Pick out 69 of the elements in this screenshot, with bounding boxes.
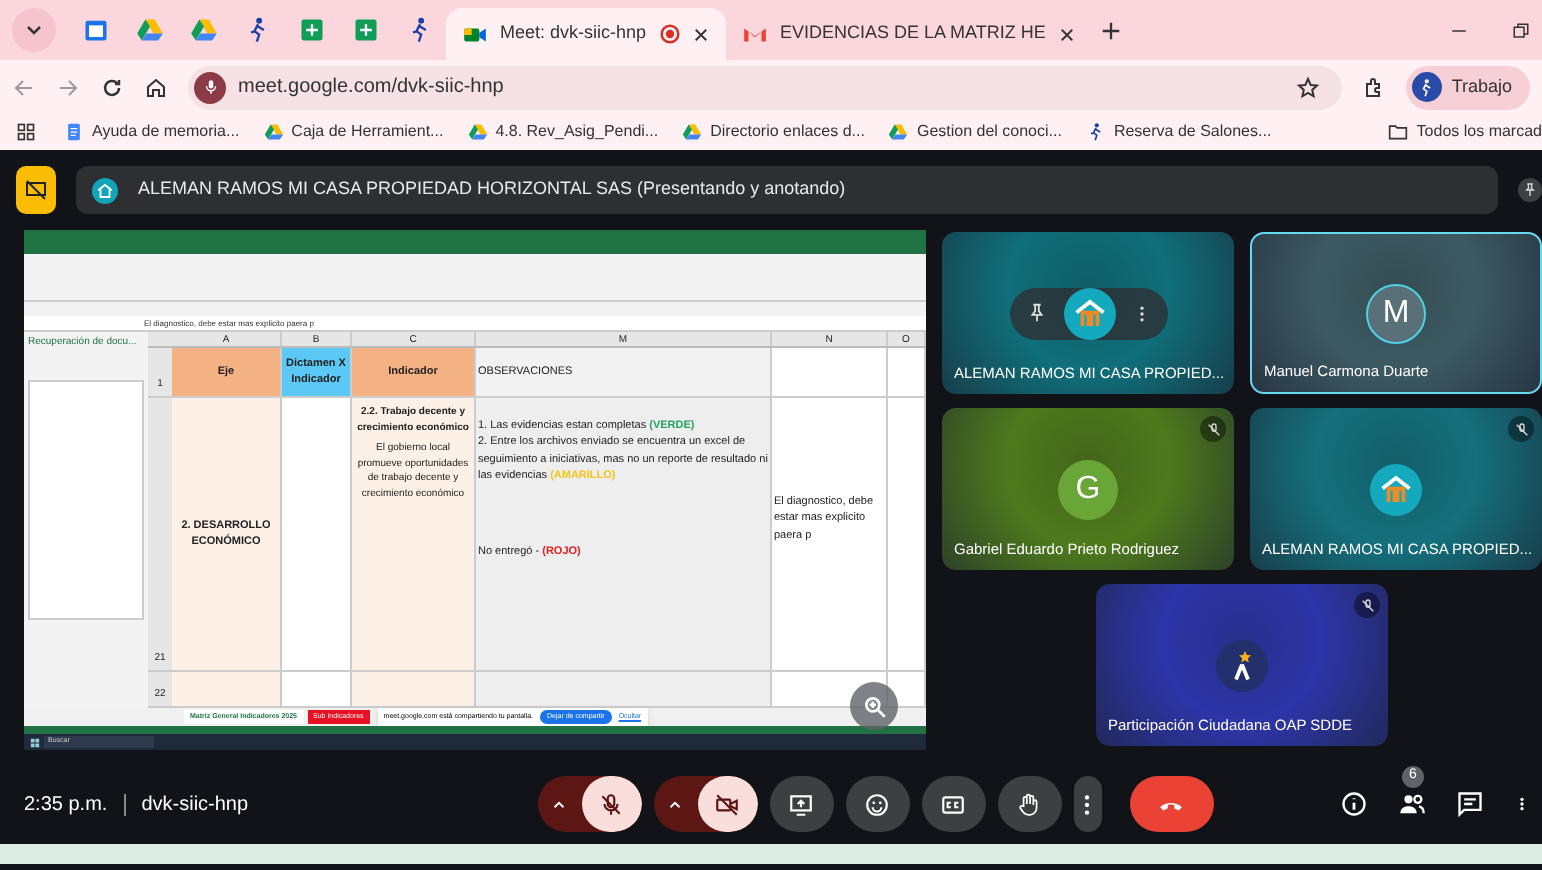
microphone-button[interactable] xyxy=(581,776,642,832)
reload-icon[interactable] xyxy=(100,75,124,99)
present-screen-icon xyxy=(788,791,815,817)
present-button[interactable] xyxy=(769,776,834,832)
restore-icon[interactable] xyxy=(1512,21,1530,39)
extensions-icon[interactable] xyxy=(1361,75,1386,99)
star-icon[interactable] xyxy=(1295,75,1320,99)
tab-title: Meet: dvk-siic-hnp xyxy=(500,20,648,47)
more-options-button[interactable] xyxy=(1073,776,1102,832)
all-bookmarks[interactable]: Todos los marcad xyxy=(1388,120,1542,144)
camera-button[interactable] xyxy=(697,776,758,832)
microphone-icon xyxy=(201,78,219,96)
stop-presenting-button[interactable] xyxy=(16,166,56,214)
raise-hand-button[interactable] xyxy=(997,776,1062,832)
triangle-logo-icon xyxy=(135,16,163,44)
chat-icon[interactable] xyxy=(1456,790,1484,818)
pin-icon[interactable] xyxy=(1025,302,1047,324)
bookmark[interactable]: Gestion del conoci... xyxy=(888,120,1062,144)
tab-title: EVIDENCIAS DE LA MATRIZ HE xyxy=(780,20,1046,47)
back-icon[interactable] xyxy=(12,75,36,99)
screen-off-icon xyxy=(24,178,48,202)
bookmark[interactable]: Ayuda de memoria... xyxy=(64,120,240,144)
apps-grid-icon[interactable] xyxy=(16,122,36,142)
triangle-logo-icon xyxy=(682,122,703,142)
running-figure-icon xyxy=(1085,122,1106,142)
forward-icon[interactable] xyxy=(56,75,80,99)
house-logo-icon xyxy=(96,181,114,199)
spreadsheet-icon xyxy=(297,16,325,44)
avatar: M xyxy=(1366,283,1426,343)
spreadsheet-icon xyxy=(351,16,379,44)
captions-icon xyxy=(940,791,967,817)
pin-icon[interactable] xyxy=(1518,178,1542,202)
house-logo-icon xyxy=(1071,295,1107,331)
browser-tab[interactable]: EVIDENCIAS DE LA MATRIZ HE xyxy=(726,8,1092,60)
leave-call-button[interactable] xyxy=(1129,776,1214,832)
new-tab-icon[interactable] xyxy=(1099,19,1122,41)
triangle-logo-icon xyxy=(189,16,217,44)
document-icon xyxy=(64,122,84,142)
info-icon[interactable] xyxy=(1340,790,1368,818)
address-bar[interactable]: meet.google.com/dvk-siic-hnp xyxy=(188,65,1342,109)
bookmark[interactable]: Directorio enlaces d... xyxy=(682,120,865,144)
url-text: meet.google.com/dvk-siic-hnp xyxy=(238,74,506,102)
people-icon[interactable] xyxy=(1398,790,1426,818)
zoom-icon xyxy=(861,693,887,719)
avatar: G xyxy=(1058,459,1118,519)
muted-mic-icon xyxy=(598,791,625,817)
triangle-logo-icon xyxy=(467,122,488,142)
triangle-logo-icon xyxy=(263,122,284,142)
reactions-button[interactable] xyxy=(845,776,910,832)
triangle-logo-icon xyxy=(888,122,909,142)
profile-button[interactable]: Trabajo xyxy=(1405,65,1530,109)
bookmark[interactable]: 4.8. Rev_Asig_Pendi... xyxy=(467,120,659,144)
hand-icon xyxy=(1016,791,1043,817)
meeting-code: dvk-siic-hnp xyxy=(141,791,251,819)
presenter-label: ALEMAN RAMOS MI CASA PROPIEDAD HORIZONTAL SAS (Presentando y anotando) xyxy=(138,176,846,203)
close-icon[interactable] xyxy=(1057,25,1076,43)
house-logo-icon xyxy=(1378,471,1414,507)
camera-off-icon xyxy=(714,791,741,817)
meeting-time: 2:35 p.m. xyxy=(24,791,108,819)
windows-logo-icon[interactable] xyxy=(30,737,40,747)
smiley-icon xyxy=(864,791,891,817)
browser-tab[interactable]: Meet: dvk-siic-hnp xyxy=(446,8,726,60)
calendar-icon xyxy=(81,16,109,44)
home-icon[interactable] xyxy=(144,75,168,99)
bookmark[interactable]: Reserva de Salones... xyxy=(1085,120,1272,144)
close-icon[interactable] xyxy=(692,25,710,43)
folder-icon xyxy=(1388,122,1409,142)
captions-button[interactable] xyxy=(921,776,986,832)
bookmark[interactable]: Caja de Herramient... xyxy=(263,120,444,144)
